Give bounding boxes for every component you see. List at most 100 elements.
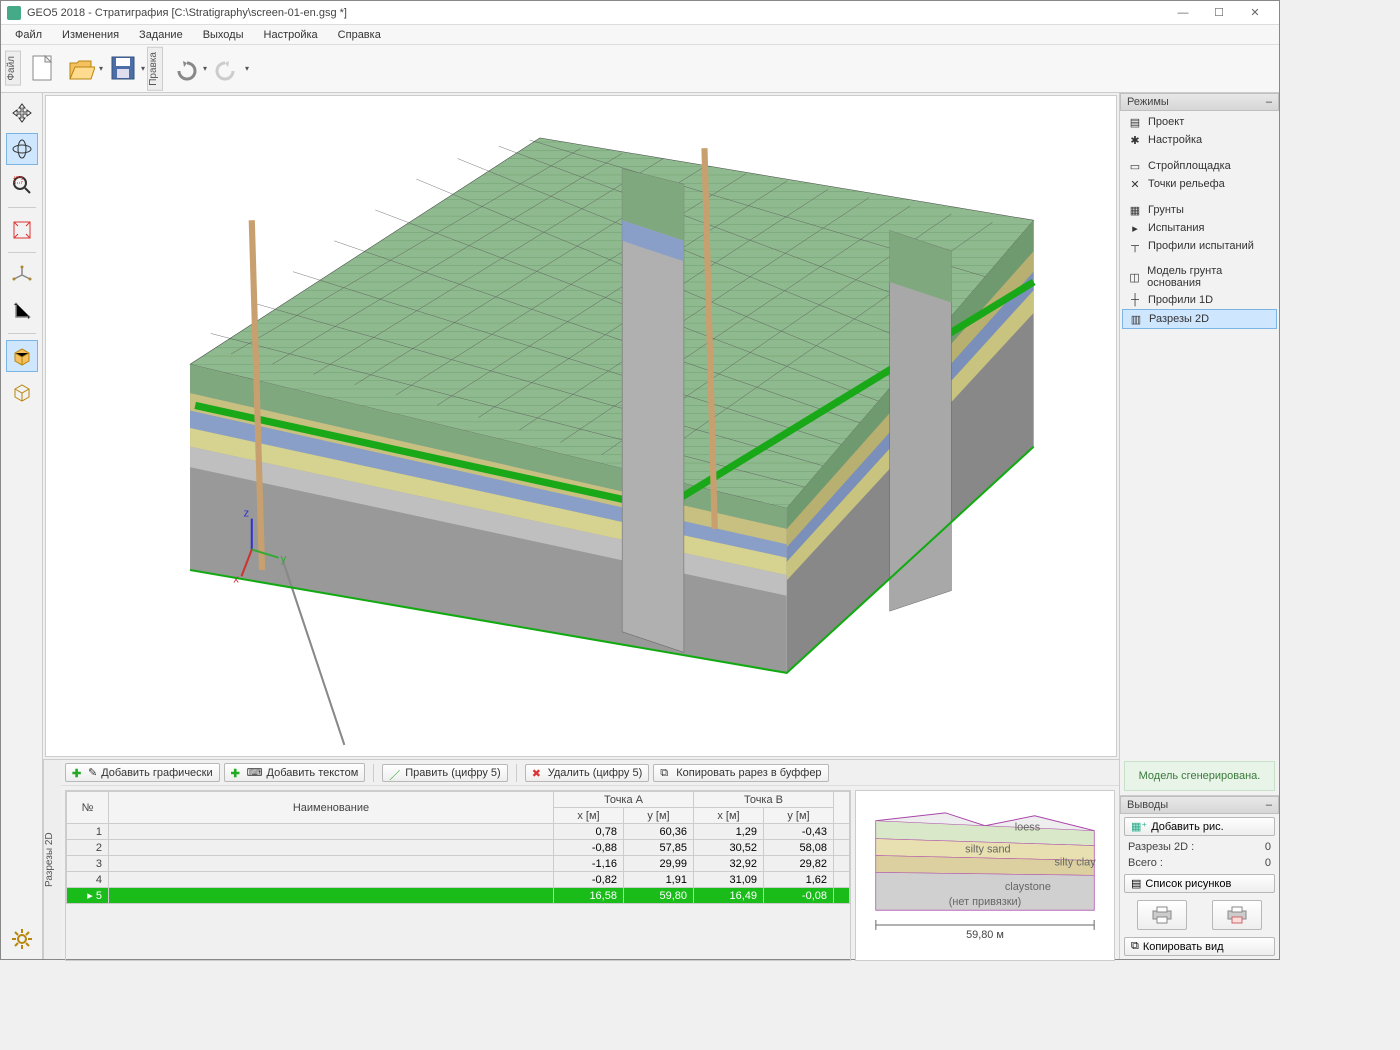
- add-graphic-button[interactable]: ✚✎ Добавить графически: [65, 763, 220, 782]
- mode-item-8[interactable]: ┼ Профили 1D: [1122, 291, 1277, 309]
- title-bar: GEO5 2018 - Стратиграфия [C:\Stratigraph…: [1, 1, 1279, 25]
- menu-help[interactable]: Справка: [328, 27, 391, 43]
- mode-label: Профили испытаний: [1148, 240, 1254, 252]
- vtab-edit[interactable]: Правка: [147, 47, 163, 91]
- table-row[interactable]: 2-0,8857,8530,5258,08: [67, 840, 850, 856]
- mode-label: Модель грунта основания: [1147, 265, 1271, 289]
- section-preview-svg: loess silty sand silty clay claystone (н…: [856, 791, 1114, 960]
- new-file-button[interactable]: [25, 51, 61, 87]
- save-button[interactable]: [105, 51, 141, 87]
- collapse-icon[interactable]: –: [1266, 799, 1272, 811]
- picture-list-button[interactable]: ▤Список рисунков: [1124, 874, 1275, 893]
- menu-task[interactable]: Задание: [129, 27, 193, 43]
- modes-list: ▤Проект✱Настройка ▭Стройплощадка✕Точки ре…: [1120, 111, 1279, 757]
- outputs-panel-header: Выводы–: [1120, 796, 1279, 814]
- mode-item-2[interactable]: ▭Стройплощадка: [1122, 157, 1277, 175]
- cube-solid-icon: [11, 345, 33, 367]
- undo-dropdown-icon[interactable]: ▾: [203, 64, 207, 73]
- out-row-sections: Разрезы 2D :0: [1120, 839, 1279, 855]
- svg-text:silty clay: silty clay: [1054, 856, 1096, 868]
- mode-label: Испытания: [1148, 222, 1204, 234]
- svg-text:loess: loess: [1015, 822, 1041, 834]
- mode-icon: ▦: [1128, 203, 1142, 217]
- table-row[interactable]: ▸ 516,5859,8016,49-0,08: [67, 888, 850, 904]
- close-button[interactable]: ✕: [1237, 6, 1273, 19]
- zoom-tool[interactable]: [6, 169, 38, 201]
- vtab-file[interactable]: Файл: [5, 51, 21, 86]
- fit-icon: [12, 220, 32, 240]
- mode-item-7[interactable]: ◫ Модель грунта основания: [1122, 263, 1277, 291]
- mode-item-0[interactable]: ▤Проект: [1122, 113, 1277, 131]
- 3d-viewport[interactable]: z y x: [45, 95, 1117, 757]
- rotate-tool[interactable]: [6, 133, 38, 165]
- table-row[interactable]: 10,7860,361,29-0,43: [67, 824, 850, 840]
- save-dropdown-icon[interactable]: ▾: [141, 64, 145, 73]
- axis-tool-2[interactable]: [6, 295, 38, 327]
- out-row-total: Всего :0: [1120, 855, 1279, 871]
- model-status: Модель сгенерирована.: [1124, 761, 1275, 791]
- magnifier-icon: [12, 175, 32, 195]
- pan-tool[interactable]: [6, 97, 38, 129]
- pencil-icon: ／: [389, 767, 401, 779]
- mode-item-4[interactable]: ▦Грунты: [1122, 201, 1277, 219]
- print-button-1[interactable]: [1137, 900, 1187, 930]
- axis-tool-1[interactable]: [6, 259, 38, 291]
- collapse-icon[interactable]: –: [1266, 96, 1272, 108]
- table-row[interactable]: 4-0,821,9131,091,62: [67, 872, 850, 888]
- picture-plus-icon: ▦⁺: [1131, 820, 1147, 833]
- menu-outputs[interactable]: Выходы: [193, 27, 254, 43]
- open-file-button[interactable]: [63, 51, 99, 87]
- maximize-button[interactable]: ☐: [1201, 6, 1237, 19]
- redo-button[interactable]: [209, 51, 245, 87]
- list-icon: ▤: [1131, 877, 1141, 890]
- mode-item-6[interactable]: ┬Профили испытаний: [1122, 237, 1277, 255]
- add-picture-button[interactable]: ▦⁺Добавить рис.: [1124, 817, 1275, 836]
- svg-text:(нет привязки): (нет привязки): [949, 896, 1022, 908]
- mode-item-9[interactable]: ▥Разрезы 2D: [1122, 309, 1277, 329]
- copy-view-button[interactable]: ⧉Копировать вид: [1124, 937, 1275, 956]
- mode-item-3[interactable]: ✕Точки рельефа: [1122, 175, 1277, 193]
- undo-button[interactable]: [167, 51, 203, 87]
- fit-view-tool[interactable]: [6, 214, 38, 246]
- open-dropdown-icon[interactable]: ▾: [99, 64, 103, 73]
- main-toolbar: Файл ▾ ▾ Правка ▾ ▾: [1, 45, 1279, 93]
- x-icon: ✖: [532, 767, 544, 779]
- menu-bar: Файл Изменения Задание Выходы Настройка …: [1, 25, 1279, 45]
- mode-icon: ◫: [1128, 270, 1141, 284]
- redo-dropdown-icon[interactable]: ▾: [245, 64, 249, 73]
- printer-color-icon: [1225, 905, 1249, 925]
- printer-icon: [1150, 905, 1174, 925]
- edit-button[interactable]: ／Править (цифру 5): [382, 764, 507, 782]
- copy-buffer-button[interactable]: ⧉Копировать рарез в буффер: [653, 764, 828, 782]
- mode-item-1[interactable]: ✱Настройка: [1122, 131, 1277, 149]
- redo-icon: [215, 57, 239, 81]
- view-mode-solid[interactable]: [6, 340, 38, 372]
- cube-wire-icon: [11, 381, 33, 403]
- menu-changes[interactable]: Изменения: [52, 27, 129, 43]
- mode-item-5[interactable]: ▸Испытания: [1122, 219, 1277, 237]
- mode-label: Стройплощадка: [1148, 160, 1231, 172]
- settings-gear[interactable]: [6, 923, 38, 955]
- mode-label: Проект: [1148, 116, 1184, 128]
- sections-toolbar: ✚✎ Добавить графически ✚⌨ Добавить текст…: [61, 760, 1119, 786]
- move-icon: [12, 103, 32, 123]
- vtab-sections[interactable]: Разрезы 2D: [43, 760, 61, 959]
- svg-text:y: y: [281, 553, 287, 565]
- view-mode-wire[interactable]: [6, 376, 38, 408]
- mode-label: Профили 1D: [1148, 294, 1213, 306]
- print-button-2[interactable]: [1212, 900, 1262, 930]
- app-icon: [7, 6, 21, 20]
- undo-icon: [173, 57, 197, 81]
- delete-button[interactable]: ✖Удалить (цифру 5): [525, 764, 650, 782]
- mode-icon: ✕: [1128, 177, 1142, 191]
- svg-text:claystone: claystone: [1005, 881, 1051, 893]
- sections-table[interactable]: № Наименование Точка A Точка B x [м] y […: [65, 790, 851, 961]
- menu-settings[interactable]: Настройка: [254, 27, 328, 43]
- menu-file[interactable]: Файл: [5, 27, 52, 43]
- mode-icon: ┼: [1128, 293, 1142, 307]
- minimize-button[interactable]: —: [1165, 7, 1201, 19]
- svg-text:z: z: [244, 508, 250, 520]
- add-text-button[interactable]: ✚⌨ Добавить текстом: [224, 763, 366, 782]
- new-file-icon: [29, 53, 57, 85]
- table-row[interactable]: 3-1,1629,9932,9229,82: [67, 856, 850, 872]
